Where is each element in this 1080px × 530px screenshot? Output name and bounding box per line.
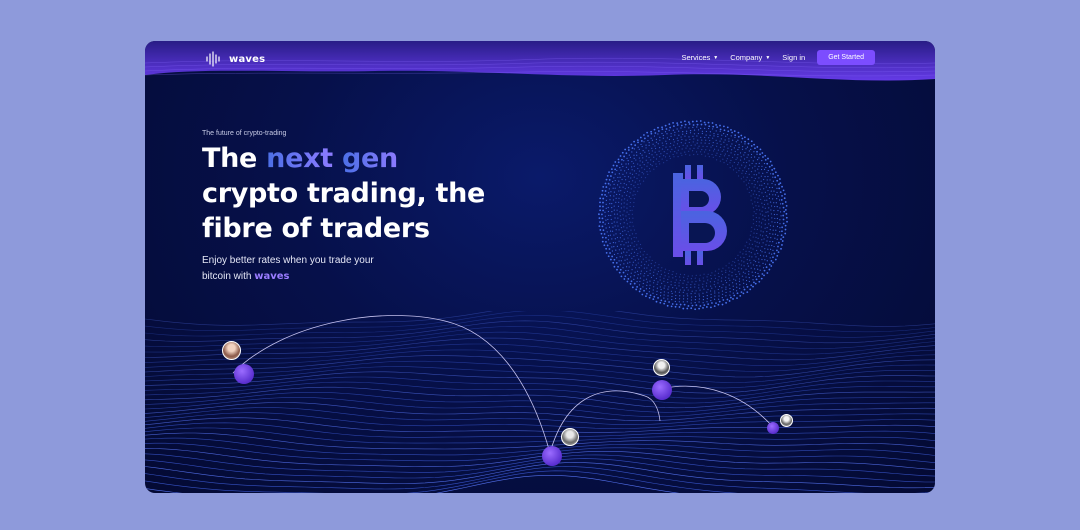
hero-eyebrow: The future of crypto-trading (202, 130, 287, 137)
trader-node-1 (234, 364, 254, 384)
nav-sign-in[interactable]: Sign in (782, 53, 805, 62)
trader-avatar-2 (561, 428, 579, 446)
top-navigation: waves Services ▼ Company ▼ Sign in Get S… (145, 41, 935, 77)
headline-line-2: crypto trading, the (202, 178, 486, 209)
trader-node-2 (542, 446, 562, 466)
headline-line-3: fibre of traders (202, 213, 430, 244)
headline-the: The (202, 143, 258, 174)
sound-wave-logo-icon (206, 51, 220, 67)
trader-avatar-4 (780, 414, 793, 427)
wave-landscape (145, 311, 935, 493)
hero-frame: waves Services ▼ Company ▼ Sign in Get S… (145, 41, 935, 493)
nav-company-label: Company (730, 53, 763, 62)
nav-sign-in-label: Sign in (782, 53, 806, 62)
nav-services-label: Services (681, 53, 711, 62)
bitcoin-globe-icon (598, 120, 788, 311)
subtitle-prefix: bitcoin with (202, 271, 252, 282)
trader-avatar-3 (653, 359, 670, 376)
headline-gen: gen (341, 143, 398, 174)
trader-node-3 (652, 380, 672, 400)
nav-services[interactable]: Services ▼ (681, 53, 718, 62)
subtitle-line-2: bitcoin with waves (202, 269, 374, 285)
brand-name: waves (229, 53, 266, 65)
hero-headline: The next gen crypto trading, the fibre o… (202, 141, 485, 246)
nav-company[interactable]: Company ▼ (730, 53, 770, 62)
trader-avatar-1 (222, 341, 241, 360)
logo[interactable]: waves (205, 51, 265, 67)
headline-line-1: The next gen (202, 141, 485, 176)
headline-next: next (266, 143, 333, 174)
subtitle-line-1: Enjoy better rates when you trade your (202, 255, 374, 266)
get-started-button[interactable]: Get Started (817, 50, 875, 65)
subtitle-brand: waves (254, 271, 290, 282)
trader-node-4 (767, 422, 779, 434)
nav-links: Services ▼ Company ▼ Sign in Get Started (681, 50, 875, 65)
chevron-down-icon: ▼ (765, 54, 771, 61)
chevron-down-icon: ▼ (713, 54, 719, 61)
hero-subtitle: Enjoy better rates when you trade your b… (202, 253, 374, 285)
